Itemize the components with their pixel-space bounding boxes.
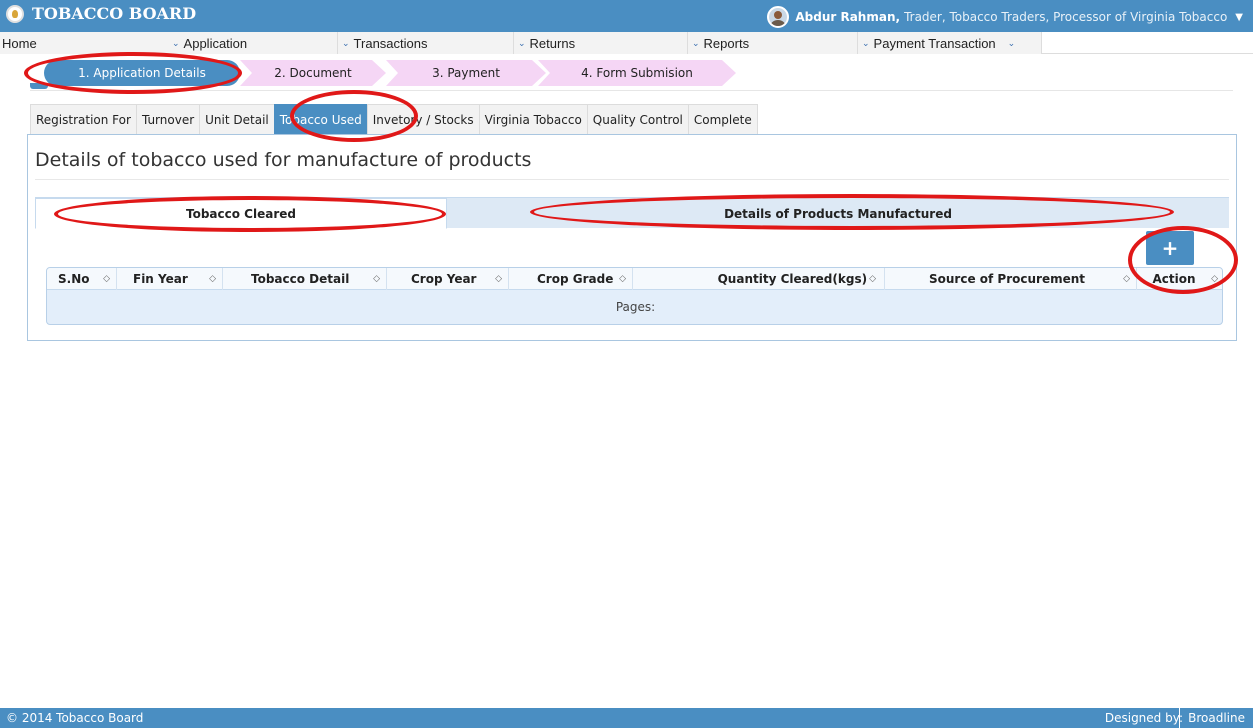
column-label: Quantity Cleared(kgs) — [717, 272, 868, 286]
menu-reports-label: Reports — [703, 35, 750, 51]
sort-icon[interactable]: ◇ — [869, 274, 876, 284]
tobacco-board-logo-icon — [6, 4, 24, 23]
chevron-down-icon: ⌄ — [692, 37, 700, 48]
app-header: TOBACCO BOARD Abdur Rahman, Trader, Toba… — [0, 0, 1253, 32]
tab-label: Registration For — [36, 112, 131, 127]
sort-icon[interactable]: ◇ — [1123, 274, 1130, 284]
copyright: © 2014 Tobacco Board — [6, 711, 144, 725]
subtab-products-manufactured[interactable]: Details of Products Manufactured — [447, 198, 1229, 229]
pages-label: Pages: — [615, 300, 656, 314]
menu-application[interactable]: ⌄ Application — [168, 32, 338, 54]
column-label: Source of Procurement — [929, 272, 1086, 286]
main-menu: Home ⌄ Application ⌄ Transactions ⌄ Retu… — [0, 32, 1253, 54]
add-record-button[interactable]: + — [1146, 231, 1194, 265]
user-role: Trader, Tobacco Traders, Processor of Vi… — [904, 10, 1228, 24]
step-form-submission[interactable]: 4. Form Submision — [538, 60, 736, 86]
tab-virginia-tobacco[interactable]: Virginia Tobacco — [478, 104, 588, 134]
tobacco-used-panel: Details of tobacco used for manufacture … — [27, 134, 1237, 341]
divider — [35, 179, 1229, 180]
user-avatar — [767, 6, 790, 28]
tab-label: Turnover — [141, 112, 195, 127]
step-label: 4. Form Submision — [581, 66, 693, 80]
grid-pager: Pages: — [47, 290, 1222, 324]
sort-icon[interactable]: ◇ — [103, 274, 110, 284]
chevron-down-icon: ⌄ — [172, 37, 180, 48]
grid-header: S.No ◇ Fin Year ◇ Tobacco Detail ◇ Crop … — [47, 268, 1222, 290]
chevron-down-icon: ⌄ — [862, 37, 870, 48]
divider — [30, 90, 1233, 91]
menu-application-label: Application — [183, 35, 248, 51]
sort-icon[interactable]: ◇ — [209, 274, 216, 284]
menu-returns-label: Returns — [529, 35, 576, 51]
menu-payment-transaction[interactable]: ⌄ Payment Transaction ⌄ — [858, 32, 1042, 54]
tab-label: Virginia Tobacco — [484, 112, 582, 127]
tab-quality-control[interactable]: Quality Control — [586, 104, 689, 134]
menu-transactions-label: Transactions — [353, 35, 428, 51]
tab-turnover[interactable]: Turnover — [135, 104, 201, 134]
chevron-down-icon: ⌄ — [518, 37, 526, 48]
tab-unit-detail[interactable]: Unit Detail — [199, 104, 275, 134]
menu-payment-transaction-label: Payment Transaction — [873, 35, 996, 51]
column-header-crop-grade[interactable]: Crop Grade ◇ — [509, 268, 633, 290]
tab-label: Quality Control — [592, 112, 683, 127]
step-label: 3. Payment — [432, 66, 500, 80]
tab-complete[interactable]: Complete — [687, 104, 758, 134]
designer-link[interactable]: Broadline — [1179, 708, 1253, 728]
page-title: Details of tobacco used for manufacture … — [35, 149, 532, 171]
designed-by-label: Designed by: — [1104, 711, 1183, 725]
sort-icon[interactable]: ◇ — [373, 274, 380, 284]
column-header-sno[interactable]: S.No ◇ — [47, 268, 117, 290]
tab-label: Complete — [693, 112, 752, 127]
column-label: Tobacco Detail — [251, 272, 350, 286]
user-name: Abdur Rahman, — [795, 10, 901, 24]
column-header-fin-year[interactable]: Fin Year ◇ — [117, 268, 223, 290]
user-menu-caret-icon[interactable]: ▼ — [1235, 12, 1243, 23]
subtab-tobacco-cleared[interactable]: Tobacco Cleared — [35, 198, 447, 229]
step-document[interactable]: 2. Document — [240, 60, 386, 86]
sub-tabs: Tobacco Cleared Details of Products Manu… — [35, 197, 1229, 229]
column-label: Crop Year — [411, 272, 477, 286]
tab-label: Unit Detail — [205, 112, 269, 127]
menu-reports[interactable]: ⌄ Reports — [688, 32, 858, 54]
column-header-source[interactable]: Source of Procurement ◇ — [885, 268, 1137, 290]
column-header-quantity-cleared[interactable]: Quantity Cleared(kgs) ◇ — [633, 268, 885, 290]
plus-icon: + — [1161, 236, 1179, 260]
step-label: 1. Application Details — [78, 66, 206, 80]
user-menu[interactable]: Abdur Rahman, Trader, Tobacco Traders, P… — [767, 6, 1243, 28]
chevron-down-icon: ⌄ — [342, 37, 350, 48]
brand-title: TOBACCO BOARD — [32, 4, 197, 23]
tab-label: Tobacco Used — [279, 112, 362, 127]
sort-icon[interactable]: ◇ — [619, 274, 626, 284]
column-header-tobacco-detail[interactable]: Tobacco Detail ◇ — [223, 268, 387, 290]
subtab-label: Tobacco Cleared — [186, 206, 296, 221]
column-header-action[interactable]: Action ◇ — [1137, 268, 1222, 290]
tab-tobacco-used[interactable]: Tobacco Used — [273, 104, 368, 134]
menu-returns[interactable]: ⌄ Returns — [514, 32, 688, 54]
brand[interactable]: TOBACCO BOARD — [6, 4, 196, 23]
step-indicator — [30, 83, 48, 89]
sort-icon[interactable]: ◇ — [495, 274, 502, 284]
column-header-crop-year[interactable]: Crop Year ◇ — [387, 268, 509, 290]
tobacco-cleared-grid: S.No ◇ Fin Year ◇ Tobacco Detail ◇ Crop … — [46, 267, 1223, 325]
tab-label: Invetory / Stocks — [372, 112, 474, 127]
column-label: Action — [1152, 272, 1196, 286]
footer: © 2014 Tobacco Board Designed by: Broadl… — [0, 708, 1253, 728]
chevron-down-icon: ⌄ — [1007, 37, 1016, 48]
step-label: 2. Document — [274, 66, 352, 80]
tab-inventory-stocks[interactable]: Invetory / Stocks — [366, 104, 480, 134]
menu-home[interactable]: Home — [0, 32, 178, 54]
application-tabs: Registration For Turnover Unit Detail To… — [30, 104, 758, 134]
column-label: Crop Grade — [537, 272, 614, 286]
step-application-details[interactable]: 1. Application Details — [44, 60, 240, 86]
menu-home-label: Home — [2, 35, 37, 51]
step-payment[interactable]: 3. Payment — [386, 60, 546, 86]
column-label: Fin Year — [133, 272, 188, 286]
tab-registration-for[interactable]: Registration For — [30, 104, 137, 134]
column-label: S.No — [58, 272, 90, 286]
subtab-label: Details of Products Manufactured — [724, 206, 952, 221]
menu-transactions[interactable]: ⌄ Transactions — [338, 32, 514, 54]
sort-icon[interactable]: ◇ — [1211, 274, 1218, 284]
